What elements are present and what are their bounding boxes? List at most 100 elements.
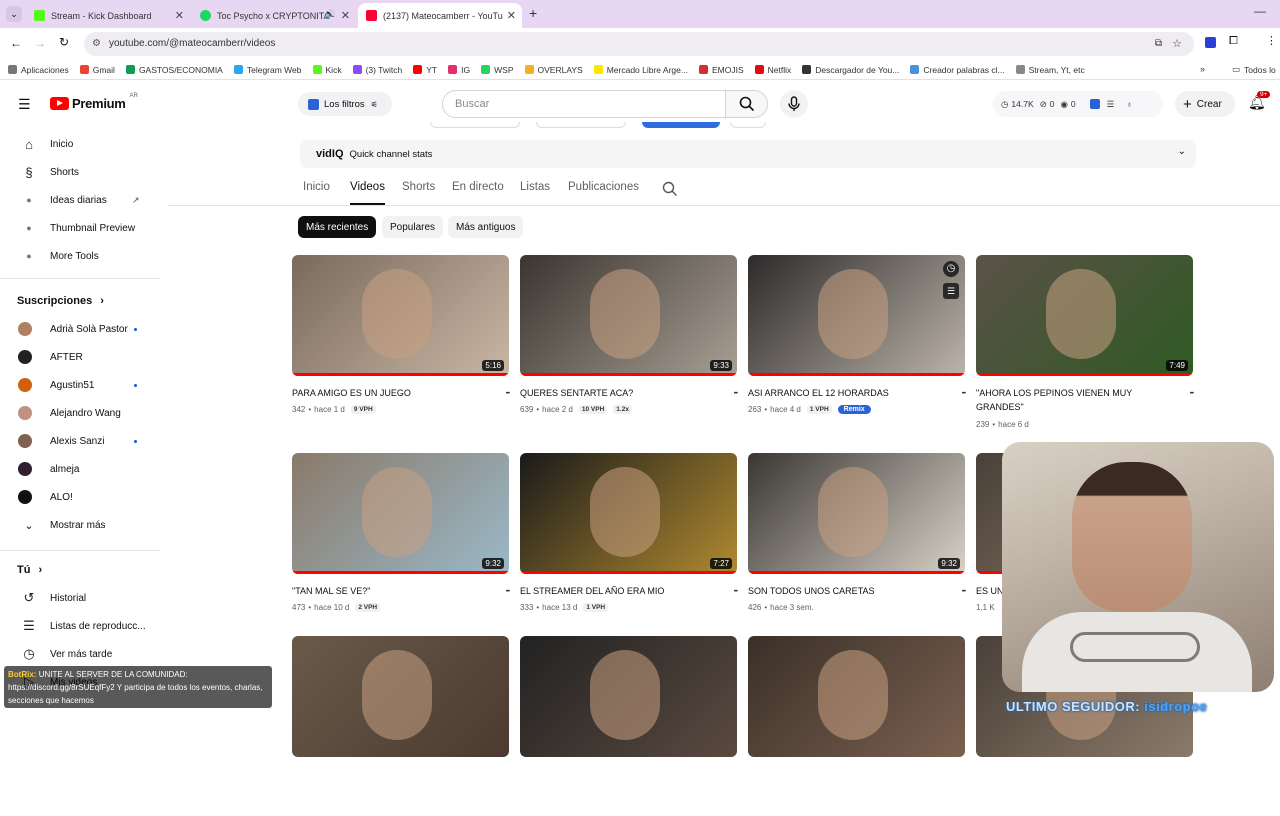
sidebar-item-shorts[interactable]: § Shorts <box>0 158 160 186</box>
bookmark-item[interactable]: Stream, Yt, etc <box>1015 65 1085 75</box>
video-card[interactable]: 7:27 EL STREAMER DEL AÑO ERA MIO ••• 333 • ha… <box>520 453 738 633</box>
address-bar[interactable]: ⚙ youtube.com/@mateocamberr/videos ⧉ ☆ <box>84 32 1194 56</box>
subscription-item[interactable]: Alejandro Wang <box>0 399 160 427</box>
video-card[interactable] <box>748 636 965 816</box>
subscription-item[interactable]: AFTER <box>0 343 160 371</box>
video-title[interactable]: ASI ARRANCO EL 12 HORARDAS <box>748 386 938 400</box>
more-options-icon[interactable]: ••• <box>506 589 510 595</box>
channel-search-icon[interactable] <box>662 181 678 197</box>
more-options-icon[interactable]: ••• <box>962 589 966 595</box>
show-more-button[interactable]: ⌄ Mostrar más <box>0 511 160 539</box>
video-title[interactable]: EL STREAMER DEL AÑO ERA MIO <box>520 584 710 598</box>
add-to-queue-icon[interactable]: ☰ <box>943 283 959 299</box>
video-thumbnail[interactable]: 9:32 <box>748 453 965 574</box>
sidebar-item-inicio[interactable]: ⌂ Inicio <box>0 130 160 158</box>
close-tab-icon[interactable]: ✕ <box>507 9 516 22</box>
bookmark-item[interactable]: YT <box>413 65 437 75</box>
all-bookmarks-folder[interactable]: ▭ Todos lo <box>1232 64 1276 75</box>
video-thumbnail[interactable]: 9:32 <box>292 453 509 574</box>
hamburger-menu-icon[interactable]: ☰ <box>18 96 31 113</box>
bookmarks-overflow-icon[interactable]: » <box>1200 64 1205 74</box>
channel-tab-inicio[interactable]: Inicio <box>303 181 330 193</box>
vidiq-channel-stats-bar[interactable]: vidIQ Quick channel stats ⌄ <box>300 140 1196 168</box>
video-thumbnail[interactable] <box>748 636 965 757</box>
browser-tab-kick[interactable]: Stream - Kick Dashboard ✕ <box>26 3 190 28</box>
video-card[interactable]: 9:32 SON TODOS UNOS CARETAS ••• 426 • hace 3 … <box>748 453 966 633</box>
bookmark-item[interactable]: Creador palabras cl... <box>910 65 1005 75</box>
browser-tab-spotify[interactable]: Toc Psycho x CRYPTONITA - 🔊 ✕ <box>192 3 356 28</box>
search-button[interactable] <box>725 90 768 118</box>
video-title[interactable]: "AHORA LOS PEPINOS VIENEN MUY GRANDES" <box>976 386 1166 414</box>
badge-icon[interactable]: ♁ <box>1126 99 1132 109</box>
video-card[interactable] <box>520 636 737 816</box>
video-card[interactable]: ◷ ☰ ASI ARRANCO EL 12 HORARDAS ••• 263 • hace … <box>748 255 966 435</box>
more-options-icon[interactable]: ••• <box>962 391 966 397</box>
install-app-icon[interactable]: ⧉ <box>1155 32 1162 56</box>
bookmark-item[interactable]: WSP <box>481 65 514 75</box>
sidebar-item-more-tools[interactable]: ● More Tools <box>0 242 160 270</box>
subscription-item[interactable]: Alexis Sanzi <box>0 427 160 455</box>
channel-tab-shorts[interactable]: Shorts <box>402 181 435 193</box>
video-thumbnail[interactable]: 9:33 <box>520 255 737 376</box>
sidebar-item-thumbnail-preview[interactable]: ● Thumbnail Preview <box>0 214 160 242</box>
back-arrow-icon[interactable]: ← <box>10 36 22 50</box>
video-card[interactable] <box>292 636 509 816</box>
close-tab-icon[interactable]: ✕ <box>341 9 350 22</box>
remix-badge[interactable]: Remix <box>837 405 871 414</box>
video-title[interactable]: PARA AMIGO ES UN JUEGO <box>292 386 482 400</box>
channel-tab-listas[interactable]: Listas <box>520 181 550 193</box>
extension-vidiq-icon[interactable] <box>1205 37 1216 48</box>
bookmark-item[interactable]: (3) Twitch <box>352 65 402 75</box>
reload-icon[interactable]: ↻ <box>59 35 69 49</box>
you-heading[interactable]: Tú › <box>17 564 42 576</box>
channel-tab-en-directo[interactable]: En directo <box>452 181 504 193</box>
create-button[interactable]: + Crear <box>1175 91 1235 117</box>
vidiq-filters-button[interactable]: Los filtros ⚟ <box>298 92 392 116</box>
video-title[interactable]: QUERES SENTARTE ACA? <box>520 386 710 400</box>
video-card[interactable]: 9:33 QUERES SENTARTE ACA? ••• 639 • hace 2 d 1… <box>520 255 738 435</box>
search-input[interactable]: Buscar <box>442 90 726 118</box>
speaker-icon[interactable]: 🔊 <box>324 9 335 20</box>
you-item[interactable]: ◷ Ver más tarde <box>0 640 160 668</box>
minimize-window-icon[interactable]: — <box>1254 4 1266 18</box>
notifications-button[interactable]: 🔔︎ 9+ <box>1248 91 1271 111</box>
more-options-icon[interactable]: ••• <box>1190 391 1194 397</box>
video-thumbnail[interactable] <box>520 636 737 757</box>
more-options-icon[interactable]: ••• <box>734 589 738 595</box>
video-card[interactable]: 5:16 PARA AMIGO ES UN JUEGO ••• 342 • hace 1 … <box>292 255 510 435</box>
voice-search-button[interactable] <box>780 90 808 118</box>
video-thumbnail[interactable] <box>292 636 509 757</box>
sort-chip[interactable]: Populares <box>382 216 444 238</box>
more-options-icon[interactable]: ••• <box>506 391 510 397</box>
video-card[interactable]: 9:32 "TAN MAL SE VE?" ••• 473 • hace 10 d 2 VP… <box>292 453 510 633</box>
chevron-down-icon[interactable]: ⌄ <box>1178 146 1186 157</box>
more-options-icon[interactable]: ••• <box>734 391 738 397</box>
extensions-puzzle-icon[interactable]: ⧠ <box>1229 35 1238 48</box>
bookmark-item[interactable]: GASTOS/ECONOMIA <box>125 65 223 75</box>
channel-tab-videos[interactable]: Videos <box>350 181 385 193</box>
watch-later-icon[interactable]: ◷ <box>943 261 959 277</box>
video-title[interactable]: SON TODOS UNOS CARETAS <box>748 584 938 598</box>
close-tab-icon[interactable]: ✕ <box>175 9 184 22</box>
sidebar-item-ideas-diarias[interactable]: ● Ideas diarias ↗ <box>0 186 160 214</box>
vidiq-stats-pill[interactable]: ◷ 14.7K ⊘ 0 ◉ 0 ☰ ♁ <box>993 91 1163 117</box>
bookmark-item[interactable]: Netflix <box>754 65 791 75</box>
video-title[interactable]: "TAN MAL SE VE?" <box>292 584 482 598</box>
bookmark-item[interactable]: EMOJIS <box>698 65 744 75</box>
bookmark-item[interactable]: Aplicaciones <box>8 65 69 75</box>
subscription-item[interactable]: ALO! <box>0 483 160 511</box>
video-thumbnail[interactable]: 5:16 <box>292 255 509 376</box>
browser-tab-youtube[interactable]: (2137) Mateocamberr - YouTub ✕ <box>358 3 522 28</box>
video-card[interactable]: 7:49 "AHORA LOS PEPINOS VIENEN MUY GRANDE… <box>976 255 1194 435</box>
vidiq-logo-icon[interactable] <box>1089 99 1100 109</box>
list-icon[interactable]: ☰ <box>1107 99 1115 110</box>
bookmark-item[interactable]: Mercado Libre Arge... <box>593 65 688 75</box>
tab-search-button[interactable]: ⌄ <box>6 6 22 22</box>
bookmark-item[interactable]: Gmail <box>79 65 115 75</box>
you-item[interactable]: ↺ Historial <box>0 584 160 612</box>
bookmark-item[interactable]: Descargador de You... <box>802 65 899 75</box>
subscription-item[interactable]: Adrià Solà Pastor <box>0 315 160 343</box>
site-info-icon[interactable]: ⚙ <box>92 32 101 56</box>
subscription-item[interactable]: almeja <box>0 455 160 483</box>
bookmark-item[interactable]: OVERLAYS <box>524 65 583 75</box>
